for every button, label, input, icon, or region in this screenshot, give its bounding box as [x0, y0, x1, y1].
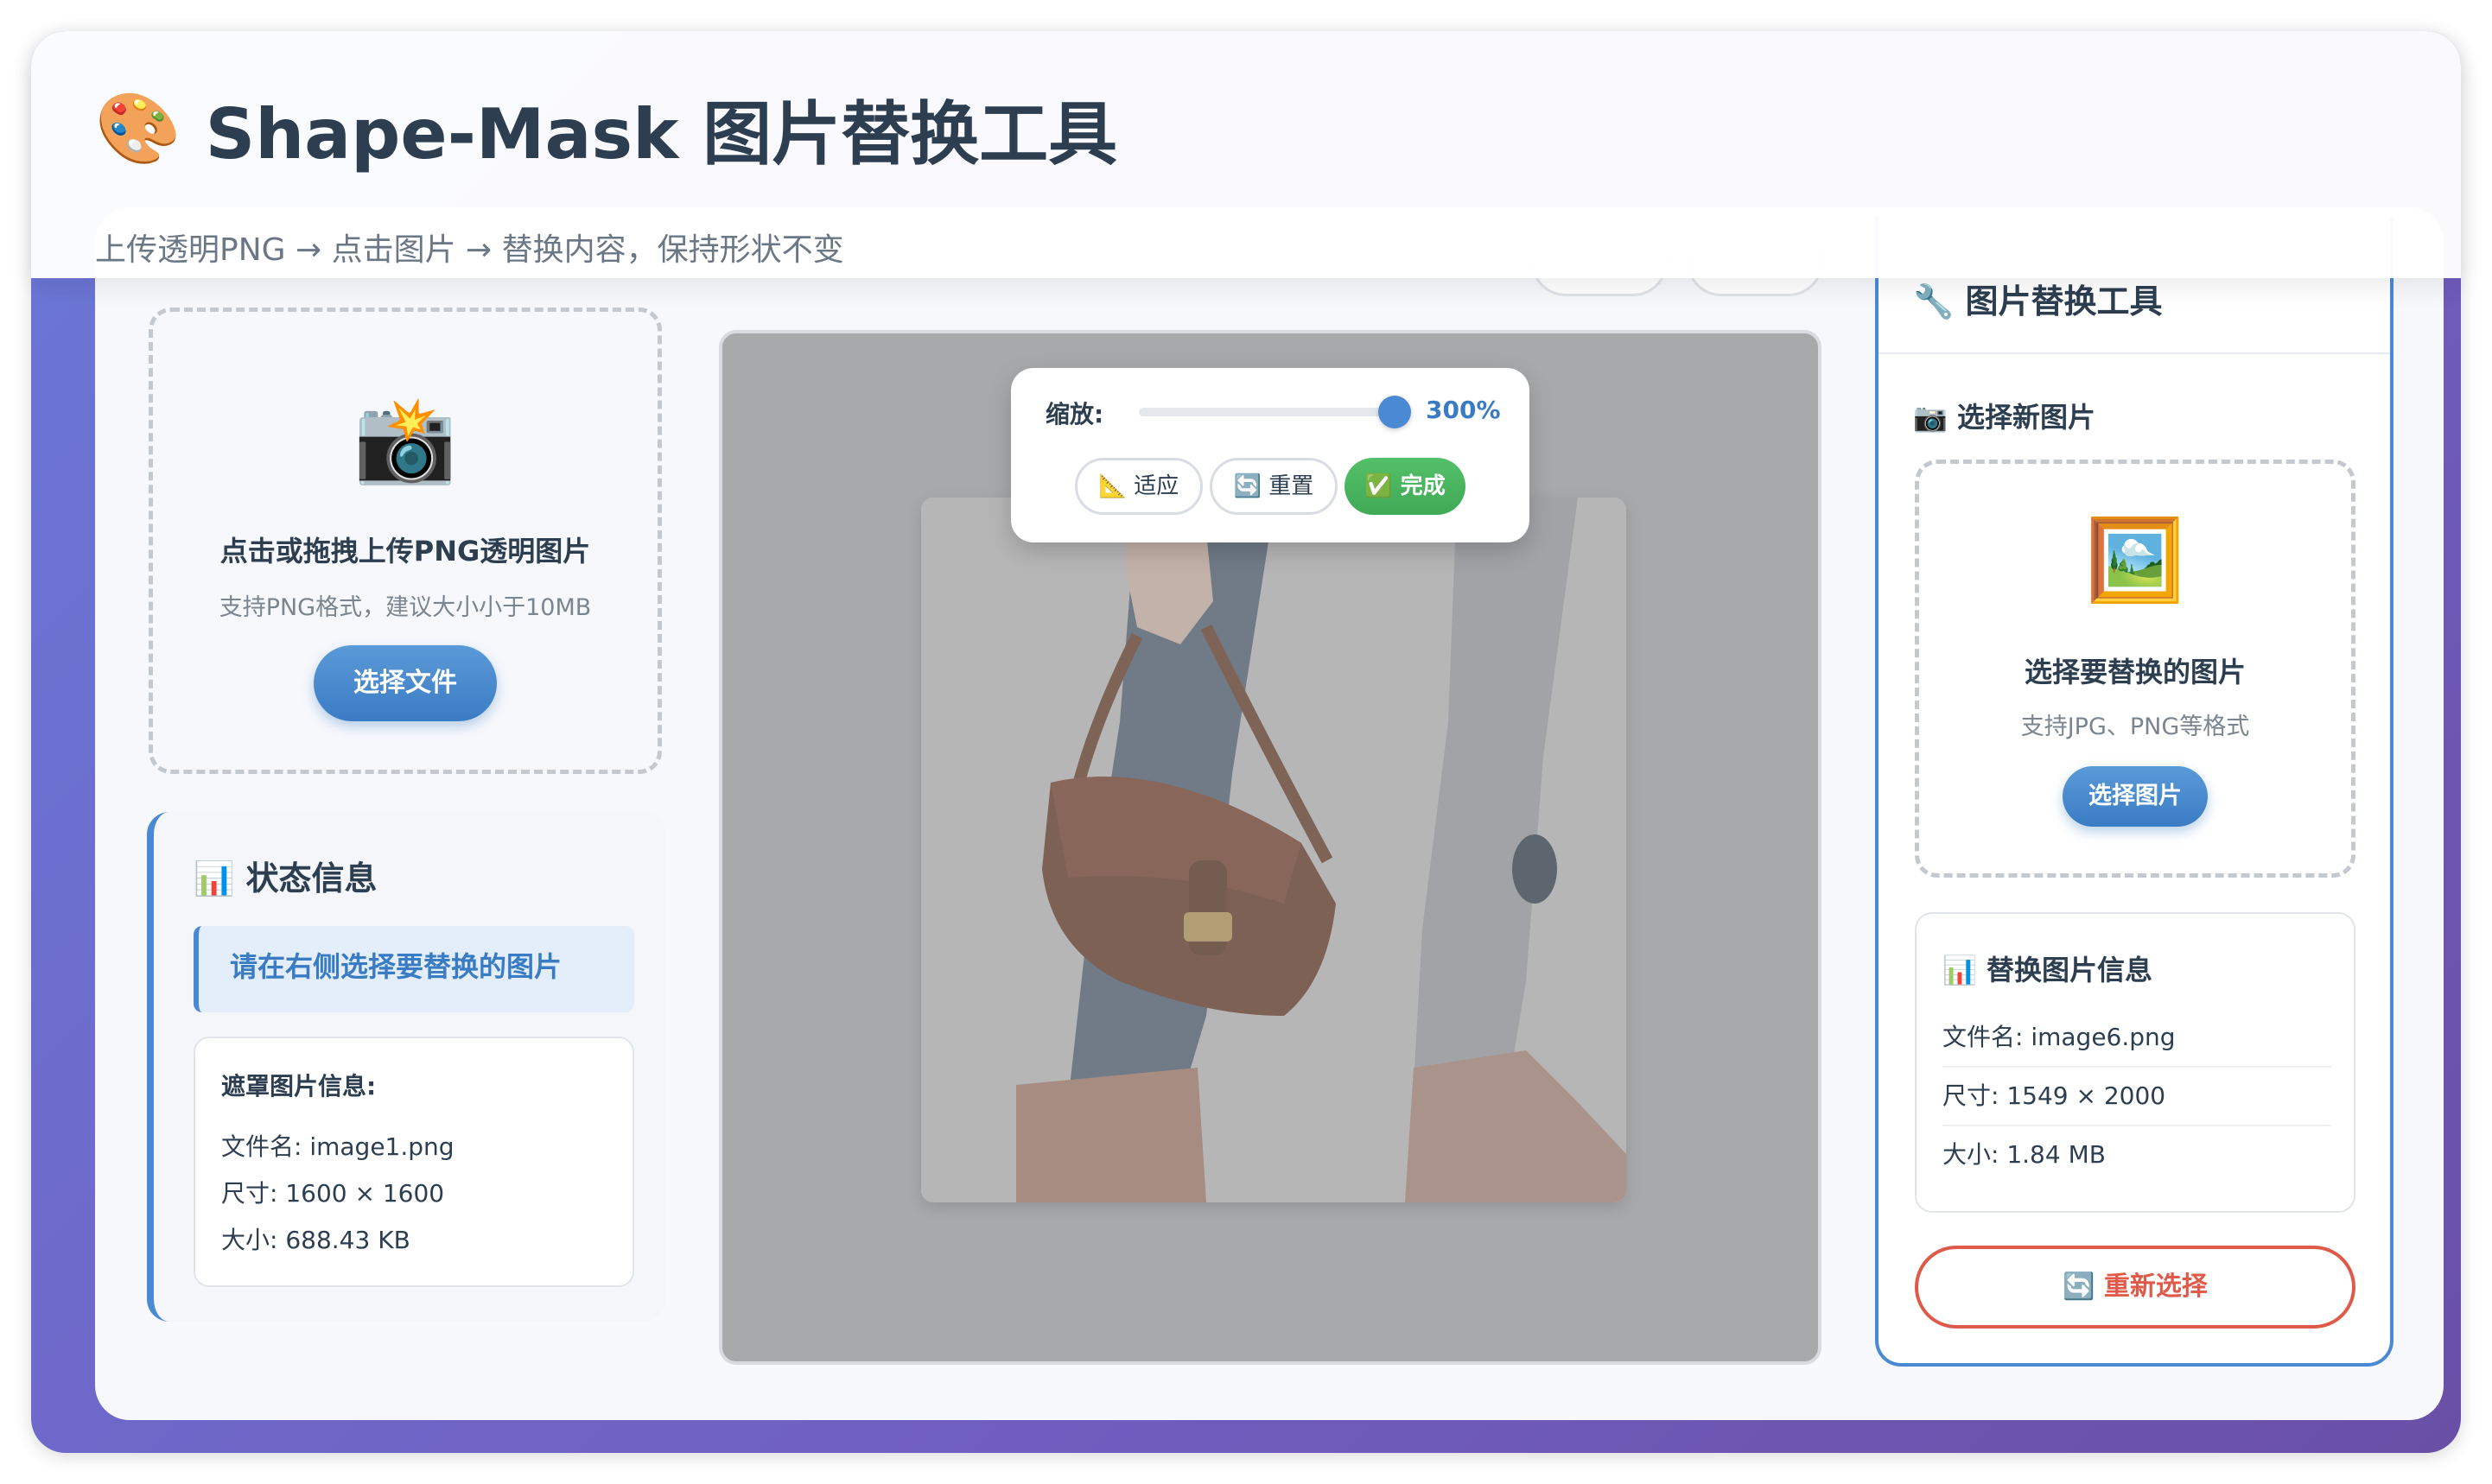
replacement-image-dropzone[interactable]: 🖼️ 选择要替换的图片 支持JPG、PNG等格式 选择图片	[1915, 460, 2355, 878]
mask-info-heading: 遮罩图片信息:	[221, 1072, 377, 1100]
replacement-filesize: 大小: 1.84 MB	[1942, 1140, 2106, 1169]
title-text: Shape-Mask 图片替换工具	[205, 94, 1118, 174]
fit-button[interactable]: 📐 适应	[1075, 458, 1203, 515]
page-subtitle: 上传透明PNG → 点击图片 → 替换内容，保持形状不变	[95, 232, 844, 268]
zoom-label: 缩放:	[1046, 400, 1104, 428]
page-title: 🎨 Shape-Mask 图片替换工具	[95, 81, 1117, 176]
status-message: 请在右侧选择要替换的图片	[194, 926, 634, 1012]
app-header: 🎨 Shape-Mask 图片替换工具 上传透明PNG → 点击图片 → 替换内…	[31, 31, 2461, 278]
choose-file-button[interactable]: 选择文件	[314, 645, 497, 721]
choose-title: 选择要替换的图片	[2024, 656, 2246, 688]
upload-title: 点击或拖拽上传PNG透明图片	[219, 535, 591, 568]
photo-overlay	[921, 498, 1626, 1202]
mask-filesize: 大小: 688.43 KB	[221, 1226, 410, 1254]
divider	[1879, 352, 2390, 354]
done-button[interactable]: ✅ 完成	[1345, 458, 1465, 515]
replacement-dimensions: 尺寸: 1549 × 2000	[1942, 1068, 2331, 1126]
zoom-slider[interactable]	[1139, 396, 1411, 428]
status-title: 📊 状态信息	[194, 859, 378, 897]
status-panel: 📊 状态信息 请在右侧选择要替换的图片 遮罩图片信息: 文件名: image1.…	[147, 812, 665, 1322]
replacement-info-card: 📊 替换图片信息 文件名: image6.png 尺寸: 1549 × 2000…	[1915, 912, 2355, 1213]
zoom-slider-fill	[1139, 408, 1395, 416]
mask-dimensions: 尺寸: 1600 × 1600	[221, 1179, 445, 1208]
framed-picture-icon: 🖼️	[2085, 514, 2185, 606]
replace-tool-panel: 🔧 图片替换工具 📷 选择新图片 🖼️ 选择要替换的图片 支持JPG、PNG等格…	[1875, 216, 2393, 1367]
mask-filename: 文件名: image1.png	[221, 1132, 455, 1161]
png-upload-dropzone[interactable]: 📸 点击或拖拽上传PNG透明图片 支持PNG格式，建议大小小于10MB 选择文件	[149, 308, 662, 774]
choose-hint: 支持JPG、PNG等格式	[2020, 713, 2250, 740]
zoom-popup: 缩放: 300% 📐 适应 🔄 重置 ✅ 完成	[1011, 368, 1529, 542]
zoom-value: 300%	[1426, 396, 1501, 424]
palette-icon: 🎨	[95, 88, 181, 168]
masked-photo[interactable]	[921, 498, 1626, 1202]
upload-hint: 支持PNG格式，建议大小小于10MB	[219, 594, 592, 621]
tool-title: 🔧 图片替换工具	[1913, 282, 2163, 320]
select-new-image-heading: 📷 选择新图片	[1913, 401, 2095, 434]
reset-button[interactable]: 🔄 重置	[1210, 458, 1338, 515]
camera-flash-icon: 📸	[353, 391, 457, 488]
mask-info-card: 遮罩图片信息: 文件名: image1.png 尺寸: 1600 × 1600 …	[194, 1037, 634, 1287]
reselect-button[interactable]: 🔄 重新选择	[1915, 1246, 2355, 1329]
zoom-slider-handle[interactable]	[1378, 396, 1411, 428]
replacement-info-heading: 📊 替换图片信息	[1942, 954, 2152, 986]
choose-image-button[interactable]: 选择图片	[2063, 766, 2208, 827]
replacement-filename: 文件名: image6.png	[1942, 1009, 2331, 1068]
